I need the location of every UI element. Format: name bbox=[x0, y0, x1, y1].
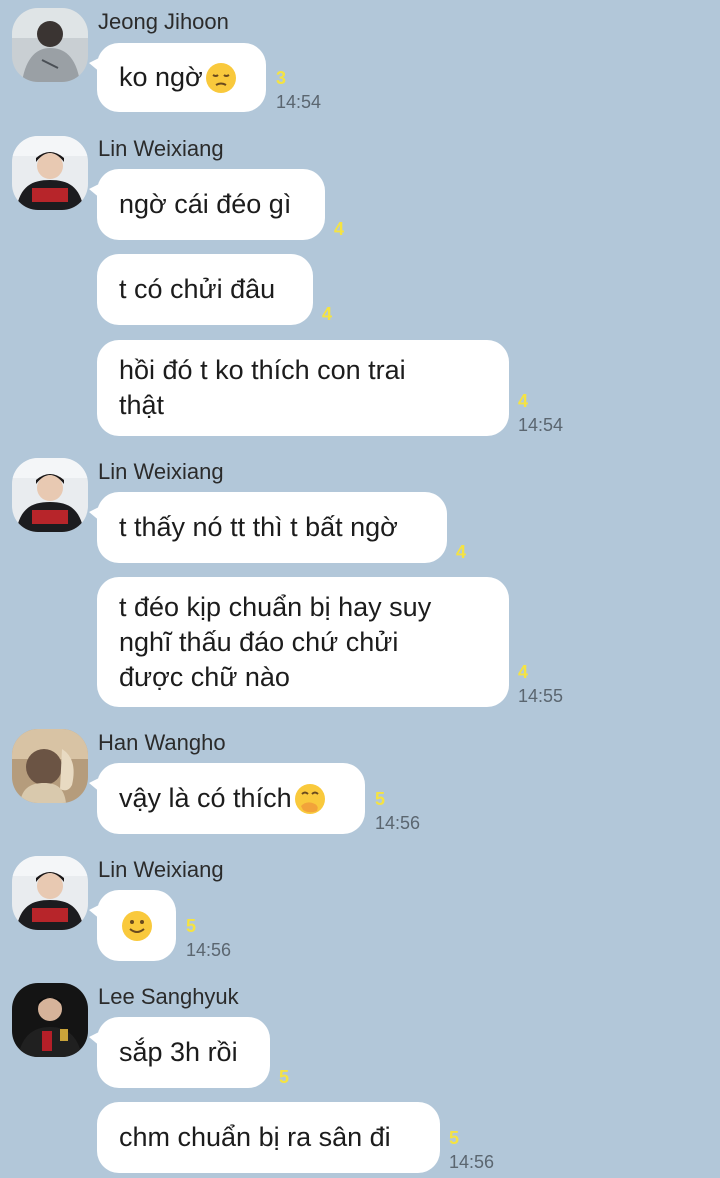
message-bubble[interactable] bbox=[89, 890, 176, 961]
unread-count: 4 bbox=[518, 391, 529, 411]
sender-name: Han Wangho bbox=[98, 730, 226, 755]
message-bubble[interactable]: sắp 3h rồi bbox=[89, 1017, 270, 1088]
message-line: được chữ nào bbox=[119, 661, 290, 692]
unread-count: 4 bbox=[456, 542, 467, 562]
message-line: t đéo kịp chuẩn bị hay suy bbox=[119, 591, 432, 622]
unread-count: 4 bbox=[334, 219, 345, 239]
message-text: t đéo kịp chuẩn bị hay suy nghĩ thấu đáo… bbox=[119, 590, 431, 695]
message-bubble[interactable]: t thấy nó tt thì t bất ngờ bbox=[89, 492, 447, 563]
slightly-smiling-face-emoji bbox=[120, 909, 154, 943]
message-text: vậy là có thích bbox=[119, 783, 292, 813]
avatar-lee-sanghyuk[interactable] bbox=[12, 983, 88, 1057]
unread-count: 5 bbox=[375, 789, 386, 809]
unread-count: 5 bbox=[279, 1067, 290, 1087]
sender-name: Lin Weixiang bbox=[98, 136, 224, 161]
message-text: ko ngờ bbox=[119, 62, 203, 92]
unread-count: 3 bbox=[276, 68, 287, 88]
message-bubble[interactable]: vậy là có thích bbox=[89, 763, 365, 834]
hand-over-mouth-emoji bbox=[293, 782, 327, 816]
message-time: 14:56 bbox=[449, 1152, 495, 1172]
avatar-jeong-jihoon[interactable] bbox=[12, 8, 88, 82]
message-text: chm chuẩn bị ra sân đi bbox=[119, 1122, 391, 1152]
message-text: sắp 3h rồi bbox=[119, 1037, 238, 1067]
message-time: 14:55 bbox=[518, 686, 564, 706]
message-text: t thấy nó tt thì t bất ngờ bbox=[119, 512, 398, 542]
message-text: ngờ cái đéo gì bbox=[119, 189, 292, 219]
message-bubble[interactable]: ko ngờ bbox=[89, 43, 266, 112]
unread-count: 4 bbox=[322, 304, 333, 324]
message-time: 14:54 bbox=[276, 92, 322, 112]
avatar-lin-weixiang[interactable] bbox=[12, 856, 88, 930]
message-bubble[interactable]: ngờ cái đéo gì bbox=[89, 169, 325, 240]
avatar-lin-weixiang[interactable] bbox=[12, 136, 88, 210]
message-bubble[interactable]: chm chuẩn bị ra sân đi bbox=[97, 1102, 440, 1173]
message-line: hồi đó t ko thích con trai bbox=[119, 355, 406, 385]
avatar-lin-weixiang[interactable] bbox=[12, 458, 88, 532]
message-text: hồi đó t ko thích con trai thật bbox=[119, 353, 406, 423]
message-time: 14:56 bbox=[375, 813, 421, 833]
unread-count: 4 bbox=[518, 662, 529, 682]
message-bubble[interactable]: t có chửi đâu bbox=[97, 254, 313, 325]
avatar-han-wangho[interactable] bbox=[12, 729, 88, 803]
message-text: t có chửi đâu bbox=[119, 274, 276, 304]
pensive-face-emoji bbox=[204, 61, 238, 95]
sender-name: Jeong Jihoon bbox=[98, 9, 229, 34]
message-line: nghĩ thấu đáo chứ chửi bbox=[119, 626, 399, 657]
message-line: thật bbox=[119, 390, 165, 420]
unread-count: 5 bbox=[186, 916, 197, 936]
message-time: 14:56 bbox=[186, 940, 232, 960]
sender-name: Lin Weixiang bbox=[98, 459, 224, 484]
sender-name: Lee Sanghyuk bbox=[98, 984, 239, 1009]
message-time: 14:54 bbox=[518, 415, 564, 435]
unread-count: 5 bbox=[449, 1128, 460, 1148]
message-bubble[interactable]: hồi đó t ko thích con trai thật bbox=[97, 340, 509, 436]
sender-name: Lin Weixiang bbox=[98, 857, 224, 882]
message-bubble[interactable]: t đéo kịp chuẩn bị hay suy nghĩ thấu đáo… bbox=[97, 577, 509, 707]
